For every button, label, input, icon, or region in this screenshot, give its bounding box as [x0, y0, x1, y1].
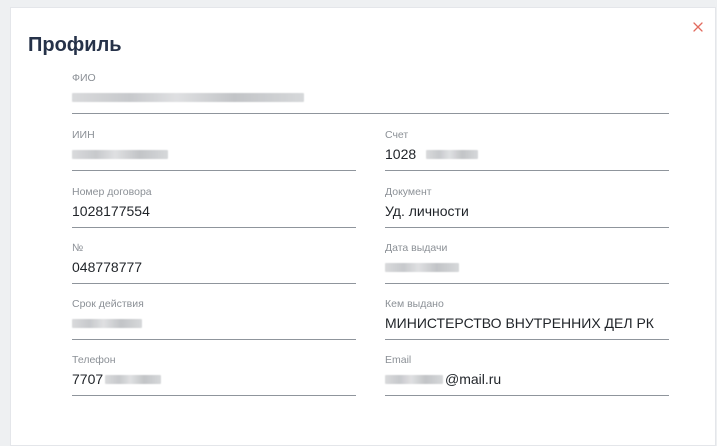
redacted-account [426, 149, 479, 159]
modal-title: Профиль [28, 34, 122, 56]
redacted-iin [72, 149, 168, 159]
issue-date-value [385, 258, 459, 276]
email-value-text: @mail.ru [445, 371, 502, 387]
email-label: Email [385, 354, 412, 366]
contract-label: Номер договора [72, 186, 152, 198]
profile-modal: Профиль ФИО ИИН Счет 1028 Номер договора… [10, 7, 716, 446]
iin-field[interactable]: ИИН [72, 129, 356, 171]
phone-value-text: 7707 [72, 371, 104, 387]
validity-value [72, 314, 142, 332]
number-value: 048778777 [72, 259, 143, 275]
number-field[interactable]: № 048778777 [72, 242, 356, 284]
issued-by-field[interactable]: Кем выдано МИНИСТЕРСТВО ВНУТРЕННИХ ДЕЛ Р… [385, 298, 669, 340]
issue-date-label: Дата выдачи [385, 242, 448, 254]
issue-date-field[interactable]: Дата выдачи [385, 242, 669, 284]
account-value: 1028 [385, 145, 479, 163]
account-value-text: 1028 [385, 146, 417, 162]
iin-value [72, 145, 168, 163]
phone-value: 7707 [72, 370, 162, 388]
iin-label: ИИН [72, 129, 95, 141]
document-field[interactable]: Документ Уд. личности [385, 186, 669, 228]
document-label: Документ [385, 186, 432, 198]
email-value: @mail.ru [385, 370, 501, 388]
account-label: Счет [385, 129, 409, 141]
contract-value: 1028177554 [72, 203, 150, 219]
redacted-validity [72, 318, 142, 328]
document-value: Уд. личности [385, 203, 469, 219]
redacted-email [385, 374, 443, 384]
fio-field[interactable]: ФИО [72, 72, 669, 114]
fio-value [72, 88, 304, 106]
phone-label: Телефон [72, 354, 116, 366]
contract-field[interactable]: Номер договора 1028177554 [72, 186, 356, 228]
email-field[interactable]: Email @mail.ru [385, 354, 669, 396]
validity-field[interactable]: Срок действия [72, 298, 356, 340]
redacted-issue-date [385, 262, 459, 272]
close-icon[interactable] [691, 20, 705, 34]
phone-field[interactable]: Телефон 7707 [72, 354, 356, 396]
redacted-fio [72, 92, 304, 102]
redacted-phone [105, 374, 162, 384]
account-field[interactable]: Счет 1028 [385, 129, 669, 171]
issued-by-value: МИНИСТЕРСТВО ВНУТРЕННИХ ДЕЛ РК [385, 315, 654, 331]
issued-by-label: Кем выдано [385, 298, 444, 310]
number-label: № [72, 242, 84, 254]
fio-label: ФИО [72, 72, 96, 84]
validity-label: Срок действия [72, 298, 144, 310]
